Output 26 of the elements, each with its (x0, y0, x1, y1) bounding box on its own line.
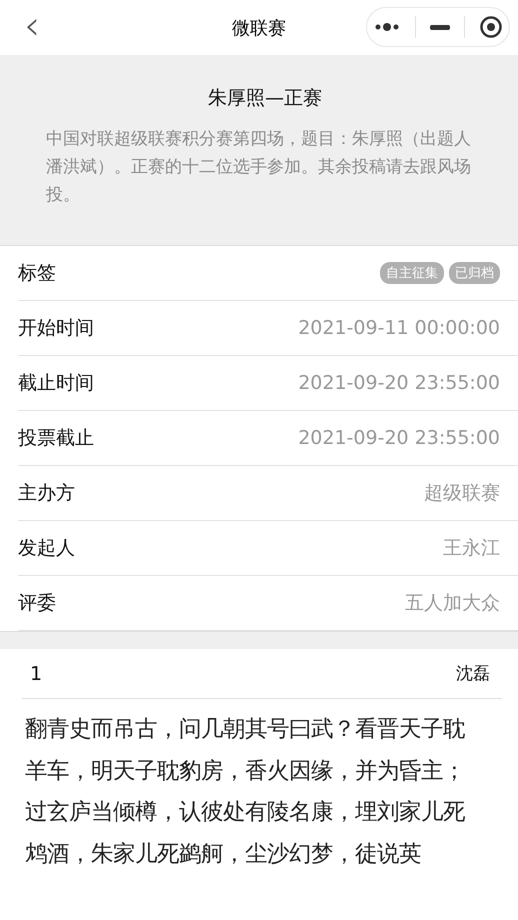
field-value: 2021-09-20 23:55:00 (298, 372, 500, 394)
contest-description: 中国对联超级联赛积分赛第四场，题目：朱厚照（出题人潘洪斌）。正赛的十二位选手参加。其余投稿请去跟风场投。 (46, 128, 472, 207)
contest-title: 朱厚照—正赛 (207, 86, 323, 111)
field-value: 2021-09-20 23:55:00 (298, 427, 500, 449)
tag: 自主征集 (380, 262, 444, 284)
tag: 已归档 (449, 262, 500, 284)
more-icon[interactable] (374, 22, 400, 32)
minimize-icon[interactable] (430, 24, 450, 30)
field-label: 开始时间 (18, 316, 94, 341)
field-label: 评委 (18, 591, 56, 616)
field-label: 投票截止 (18, 426, 94, 451)
close-icon[interactable] (480, 16, 502, 38)
entry-number: 1 (30, 662, 42, 684)
field-label: 主办方 (18, 481, 75, 506)
back-button[interactable]: ‹ (24, 4, 40, 48)
couplet-line: 翻青史而吊古，问几朝其号曰武？看晋天子耽羊车，明天子耽豹房，香火因缘，并为昏主； (25, 715, 466, 786)
field-label: 截止时间 (18, 371, 94, 396)
field-label: 发起人 (18, 536, 75, 561)
field-value: 王永江 (443, 536, 500, 561)
field-value: 2021-09-11 00:00:00 (298, 317, 500, 339)
couplet-line: 过玄庐当倾樽，认彼处有陵名康，埋刘家儿死鸩酒，朱家儿死鹢舸，尘沙幻梦，徒说英 (25, 798, 466, 868)
field-value: 超级联赛 (424, 481, 500, 506)
page-title: 微联赛 (232, 16, 286, 40)
entry-author: 沈磊 (456, 663, 490, 685)
field-value: 五人加大众 (405, 591, 500, 616)
field-label: 标签 (18, 261, 56, 286)
